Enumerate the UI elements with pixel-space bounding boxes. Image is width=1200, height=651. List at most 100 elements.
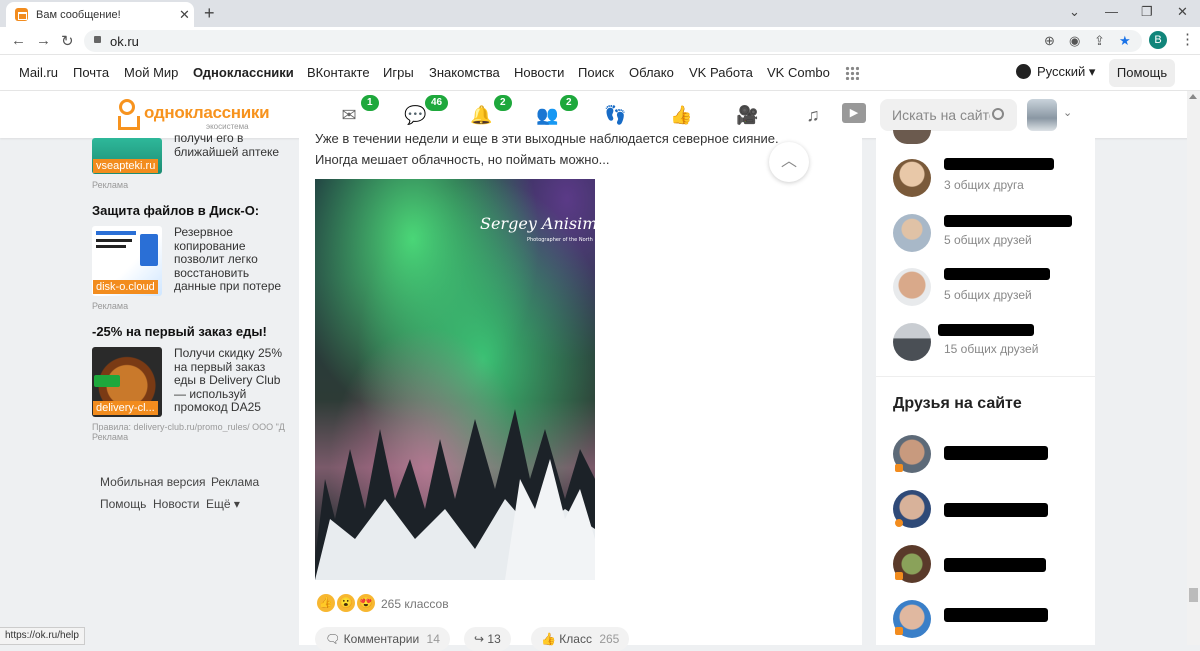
portal-link-vkwork[interactable]: VK Работа <box>689 65 753 80</box>
reload-icon[interactable]: ↻ <box>61 32 74 50</box>
comments-button[interactable]: 🗨 Комментарии 14 <box>315 627 450 651</box>
footer-news[interactable]: Новости <box>153 497 199 511</box>
language-selector[interactable]: Русский ▾ <box>1016 64 1095 80</box>
friend-name-redacted[interactable] <box>944 268 1050 280</box>
portal-link-mailru[interactable]: Mail.ru <box>19 65 58 80</box>
ad-image-logo <box>94 375 120 387</box>
portal-link-vk[interactable]: ВКонтакте <box>307 65 370 80</box>
messages-icon[interactable]: ✉ <box>338 104 360 126</box>
common-friends: 5 общих друзей <box>944 288 1032 302</box>
tracking-icon[interactable]: ◉ <box>1069 33 1080 49</box>
ad-label[interactable]: vseapteki.ru <box>93 159 159 173</box>
ad-image-device <box>140 234 158 266</box>
portal-link-vkcombo[interactable]: VK Combo <box>767 65 830 80</box>
likes-icon[interactable]: 👍 <box>670 104 692 126</box>
footer-help[interactable]: Помощь <box>100 497 146 511</box>
klass-count[interactable]: 265 классов <box>381 597 449 611</box>
share-button[interactable]: ↪ 13 <box>464 627 511 651</box>
friend-name-redacted[interactable] <box>944 608 1048 622</box>
close-tab-icon[interactable]: ✕ <box>179 7 190 23</box>
ad-reklama: Реклама <box>92 301 129 311</box>
close-window-icon[interactable]: ✕ <box>1177 4 1188 20</box>
friend-avatar[interactable] <box>893 214 931 252</box>
photo-signature-sub: Photographer of the North <box>527 237 593 243</box>
friend-name-redacted[interactable] <box>938 324 1034 336</box>
tab-title: Вам сообщение! <box>36 9 121 21</box>
portal-link-ok[interactable]: Одноклассники <box>193 65 294 80</box>
ad-title[interactable]: Защита файлов в Диск-О: <box>92 203 259 218</box>
friend-name-redacted[interactable] <box>944 558 1046 572</box>
friends-badge: 2 <box>560 95 578 111</box>
ok-logo-name: одноклассники <box>144 103 270 122</box>
friend-avatar[interactable] <box>893 268 931 306</box>
footer-advertising[interactable]: Реклама <box>211 475 259 489</box>
friend-avatar[interactable] <box>893 159 931 197</box>
zoom-icon[interactable]: ⊕ <box>1044 33 1055 49</box>
scrollbar-thumb[interactable] <box>1189 588 1198 602</box>
address-bar[interactable]: ok.ru ⊕ ◉ ⇪ ★ <box>84 30 1142 52</box>
user-avatar[interactable] <box>1027 99 1057 131</box>
notifications-icon[interactable]: 🔔 <box>470 104 492 126</box>
friend-avatar[interactable] <box>893 130 931 144</box>
tab-search-icon[interactable]: ⌄ <box>1069 4 1080 20</box>
guests-icon[interactable]: 👣 <box>604 104 626 126</box>
search-input[interactable] <box>880 99 990 131</box>
browser-menu-icon[interactable]: ⋮ <box>1180 30 1195 48</box>
portal-link-dating[interactable]: Знакомства <box>429 65 500 80</box>
profile-avatar[interactable]: B <box>1149 31 1167 49</box>
portal-link-cloud[interactable]: Облако <box>629 65 674 80</box>
video-icon[interactable]: 🎥 <box>736 104 758 126</box>
music-icon[interactable]: ♫ <box>802 104 824 126</box>
ad-label[interactable]: disk-o.cloud <box>93 280 158 294</box>
portal-link-pochta[interactable]: Почта <box>73 65 109 80</box>
minimize-icon[interactable]: — <box>1105 4 1118 19</box>
scroll-up-arrow-icon[interactable] <box>1189 94 1197 99</box>
chevron-down-icon[interactable]: ⌄ <box>1063 106 1072 119</box>
shares-count: 13 <box>487 632 501 646</box>
right-column: 3 общих друга 5 общих друзей 5 общих дру… <box>876 130 1095 645</box>
ad-rules[interactable]: Правила: delivery-club.ru/promo_rules/ О… <box>92 422 292 432</box>
ad-title[interactable]: -25% на первый заказ еды! <box>92 324 267 339</box>
friend-name-redacted[interactable] <box>944 446 1048 460</box>
portal-link-news[interactable]: Новости <box>514 65 564 80</box>
share-icon[interactable]: ⇪ <box>1094 33 1105 49</box>
comment-icon: 🗨 <box>325 632 341 646</box>
friend-avatar[interactable] <box>893 323 931 361</box>
footer-more[interactable]: Ещё ▾ <box>206 497 240 511</box>
ad-label[interactable]: delivery-cl... <box>93 401 158 415</box>
post-text: Уже в течении недели и еще в эти выходны… <box>315 131 815 170</box>
search-icon[interactable] <box>992 108 1004 120</box>
portal-link-games[interactable]: Игры <box>383 65 414 80</box>
bookmark-star-icon[interactable]: ★ <box>1119 33 1131 49</box>
ad-text[interactable]: получи его в ближайшей аптеке <box>174 131 284 159</box>
common-friends: 3 общих друга <box>944 178 1024 192</box>
help-button[interactable]: Помощь <box>1109 59 1175 87</box>
friend-name-redacted[interactable] <box>944 503 1048 517</box>
friend-name-redacted[interactable] <box>944 158 1054 170</box>
friend-name-redacted[interactable] <box>944 215 1072 227</box>
new-tab-icon[interactable]: + <box>204 3 215 24</box>
browser-toolbar: ← → ↻ ok.ru ⊕ ◉ ⇪ ★ B ⋮ <box>0 27 1200 55</box>
back-icon[interactable]: ← <box>11 32 26 49</box>
friends-icon[interactable]: 👥 <box>536 104 558 126</box>
wow-reaction-icon[interactable]: 😮 <box>337 594 355 612</box>
ad-image-header <box>96 231 136 235</box>
ad-text[interactable]: Резервное копирование позволит легко вос… <box>174 225 286 294</box>
apps-grid-icon[interactable] <box>845 66 859 80</box>
browser-tab[interactable]: Вам сообщение! ✕ <box>6 2 194 27</box>
portal-link-search[interactable]: Поиск <box>578 65 614 80</box>
klass-button[interactable]: 👍 Класс 265 <box>531 627 630 651</box>
discussions-icon[interactable]: 💬 <box>404 104 426 126</box>
page-scrollbar[interactable] <box>1187 91 1200 645</box>
like-reaction-icon[interactable]: 👍 <box>317 594 335 612</box>
play-video-icon[interactable]: ▶ <box>842 103 866 123</box>
post-photo[interactable]: Sergey Anisimov Photographer of the Nort… <box>315 179 595 580</box>
ad-text[interactable]: Получи скидку 25% на первый заказ еды в … <box>174 346 286 415</box>
footer-mobile-version[interactable]: Мобильная версия <box>100 475 206 489</box>
scroll-up-button[interactable]: ︿ <box>769 142 809 182</box>
maximize-icon[interactable]: ❐ <box>1141 4 1153 20</box>
portal-link-moymir[interactable]: Мой Мир <box>124 65 178 80</box>
aurora-photo: Sergey Anisimov Photographer of the Nort… <box>315 179 595 580</box>
love-reaction-icon[interactable]: 😍 <box>357 594 375 612</box>
forward-icon[interactable]: → <box>36 32 51 49</box>
